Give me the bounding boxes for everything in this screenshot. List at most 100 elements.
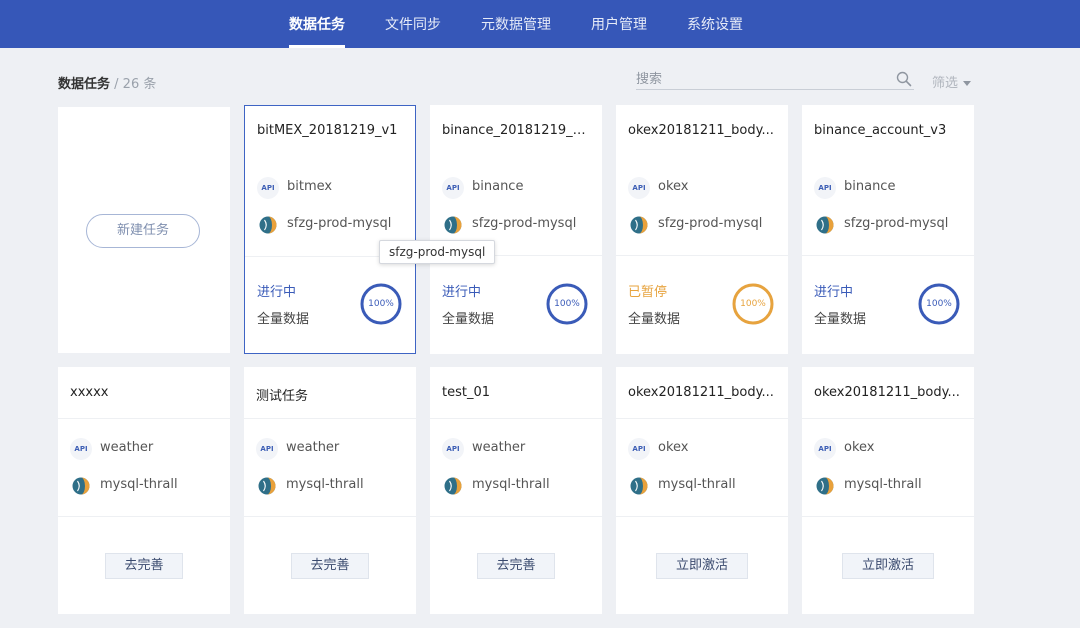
- task-source: API binance: [442, 177, 594, 199]
- task-title: binance_account_v3: [814, 123, 947, 138]
- task-mode: 全量数据: [628, 312, 681, 327]
- task-target-label: sfzg-prod-mysql: [658, 216, 763, 231]
- task-mode: 全量数据: [814, 312, 867, 327]
- task-card[interactable]: binance_account_v3 API binance sfzg-prod-my…: [802, 105, 974, 354]
- database-icon: [444, 216, 462, 234]
- api-icon: API: [628, 177, 650, 199]
- database-icon: [258, 477, 276, 495]
- draft-task-card[interactable]: okex20181211_body... API okex mysql-thrall 立…: [616, 367, 788, 614]
- api-icon: API: [628, 438, 650, 460]
- draft-task-card[interactable]: 测试任务 API weather mysql-thrall 去完善: [244, 367, 416, 614]
- task-target: mysql-thrall: [442, 475, 594, 497]
- task-source-label: binance: [472, 179, 524, 194]
- api-icon: API: [257, 177, 279, 199]
- filter-dropdown[interactable]: 筛选: [932, 72, 972, 91]
- progress-label: 100%: [554, 299, 580, 309]
- task-target: mysql-thrall: [628, 475, 780, 497]
- task-source: API bitmex: [257, 177, 407, 199]
- card-divider: [430, 418, 602, 419]
- card-footer: 去完善: [244, 516, 416, 614]
- progress-label: 100%: [368, 299, 394, 309]
- card-divider: [616, 255, 788, 256]
- task-title: okex20181211_body...: [628, 123, 774, 138]
- task-source: API weather: [256, 438, 408, 460]
- database-icon: [444, 477, 462, 495]
- task-target-label: sfzg-prod-mysql: [472, 216, 577, 231]
- card-footer: 去完善: [58, 516, 230, 614]
- api-icon: API: [814, 177, 836, 199]
- task-title: bitMEX_20181219_v1: [257, 123, 398, 138]
- task-source: API okex: [628, 438, 780, 460]
- page-title-text: 数据任务: [58, 77, 111, 92]
- task-source-label: okex: [658, 440, 689, 455]
- task-source-label: okex: [658, 179, 689, 194]
- task-title: okex20181211_body...: [814, 385, 960, 400]
- task-target-label: mysql-thrall: [844, 477, 922, 492]
- task-action-button[interactable]: 去完善: [477, 553, 555, 579]
- task-source-label: binance: [844, 179, 896, 194]
- card-divider: [616, 418, 788, 419]
- progress-label: 100%: [926, 299, 952, 309]
- api-icon: API: [70, 438, 92, 460]
- draft-task-card[interactable]: xxxxx API weather mysql-thrall 去完善: [58, 367, 230, 614]
- task-target-label: sfzg-prod-mysql: [844, 216, 949, 231]
- task-source: API okex: [814, 438, 966, 460]
- task-count: 26 条: [122, 77, 157, 92]
- task-card[interactable]: binance_20181219_v... API binance sfzg-prod…: [430, 105, 602, 354]
- task-target: mysql-thrall: [814, 475, 966, 497]
- task-target-label: mysql-thrall: [658, 477, 736, 492]
- search-icon[interactable]: [896, 71, 912, 87]
- database-icon: [259, 216, 277, 234]
- draft-task-card[interactable]: test_01 API weather mysql-thrall 去完善: [430, 367, 602, 614]
- task-mode: 全量数据: [257, 312, 310, 327]
- task-status: 已暂停: [628, 285, 668, 300]
- database-icon: [630, 477, 648, 495]
- task-title: 测试任务: [256, 389, 309, 404]
- api-icon: API: [814, 438, 836, 460]
- task-action-button[interactable]: 立即激活: [842, 553, 934, 579]
- task-source-label: weather: [100, 440, 154, 455]
- task-title: xxxxx: [70, 385, 109, 400]
- database-icon: [72, 477, 90, 495]
- progress-label: 100%: [740, 299, 766, 309]
- task-target: sfzg-prod-mysql: [628, 214, 780, 236]
- task-action-button[interactable]: 去完善: [291, 553, 369, 579]
- tab-file-sync[interactable]: 文件同步: [385, 0, 441, 48]
- tooltip: sfzg-prod-mysql: [379, 240, 496, 264]
- card-divider: [244, 418, 416, 419]
- tab-settings[interactable]: 系统设置: [687, 0, 743, 48]
- api-icon: API: [256, 438, 278, 460]
- task-source-label: weather: [286, 440, 340, 455]
- task-title: okex20181211_body...: [628, 385, 774, 400]
- card-footer: 去完善: [430, 516, 602, 614]
- task-target-label: mysql-thrall: [100, 477, 178, 492]
- task-action-button[interactable]: 去完善: [105, 553, 183, 579]
- task-action-button[interactable]: 立即激活: [656, 553, 748, 579]
- card-footer: 立即激活: [802, 516, 974, 614]
- task-status: 进行中: [442, 285, 482, 300]
- task-title: test_01: [442, 385, 491, 400]
- title-separator: /: [110, 77, 123, 92]
- task-card[interactable]: okex20181211_body... API okex sfzg-prod-mys…: [616, 105, 788, 354]
- tab-metadata[interactable]: 元数据管理: [481, 0, 551, 48]
- new-task-card: 新建任务: [58, 107, 230, 353]
- task-source: API binance: [814, 177, 966, 199]
- tab-data-tasks[interactable]: 数据任务: [289, 0, 345, 48]
- database-icon: [816, 216, 834, 234]
- task-status: 进行中: [257, 285, 297, 300]
- new-task-button[interactable]: 新建任务: [86, 214, 200, 248]
- task-card[interactable]: bitMEX_20181219_v1 API bitmex sfzg-prod-mys…: [244, 105, 416, 354]
- card-footer: 立即激活: [616, 516, 788, 614]
- tab-users[interactable]: 用户管理: [591, 0, 647, 48]
- caret-down-icon: [963, 81, 972, 86]
- search-box: [636, 68, 914, 91]
- card-divider: [58, 418, 230, 419]
- search-input[interactable]: [636, 68, 876, 91]
- database-icon: [816, 477, 834, 495]
- task-source: API weather: [70, 438, 222, 460]
- task-source-label: okex: [844, 440, 875, 455]
- task-target: mysql-thrall: [70, 475, 222, 497]
- task-target: sfzg-prod-mysql: [814, 214, 966, 236]
- draft-task-card[interactable]: okex20181211_body... API okex mysql-thrall 立…: [802, 367, 974, 614]
- api-icon: API: [442, 438, 464, 460]
